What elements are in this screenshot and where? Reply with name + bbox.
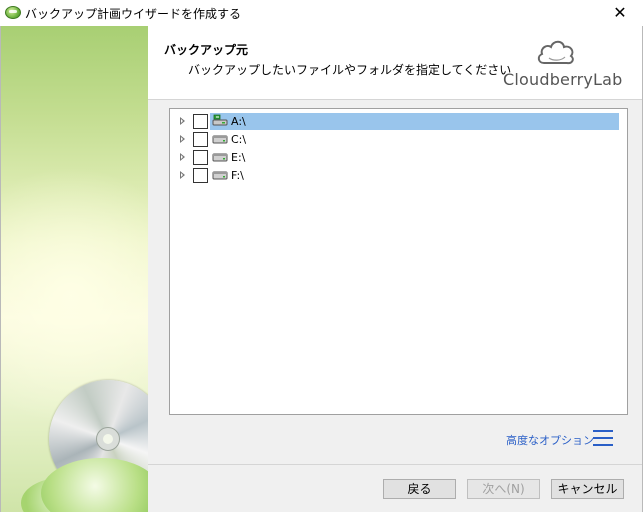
- tree-item-e[interactable]: E:\: [170, 149, 627, 166]
- next-button[interactable]: 次へ(N): [467, 479, 540, 499]
- hard-drive-icon: [212, 171, 228, 180]
- close-button[interactable]: ✕: [597, 0, 643, 26]
- expand-arrow-icon[interactable]: [180, 135, 185, 143]
- network-drive-icon: [212, 114, 228, 126]
- checkbox[interactable]: [193, 150, 208, 165]
- hard-drive-icon: [212, 135, 228, 144]
- checkbox[interactable]: [193, 114, 208, 129]
- expand-arrow-icon[interactable]: [180, 153, 185, 161]
- title-bar[interactable]: バックアップ計画ウイザードを作成する ✕: [0, 0, 643, 26]
- hamburger-menu-icon[interactable]: [593, 429, 613, 447]
- tree-item-a[interactable]: A:\: [170, 113, 627, 130]
- advanced-options-link[interactable]: 高度なオプション: [506, 432, 594, 448]
- back-button[interactable]: 戻る: [383, 479, 456, 499]
- page-subtitle: バックアップしたいファイルやフォルダを指定してください: [188, 63, 512, 77]
- window-title: バックアップ計画ウイザードを作成する: [25, 7, 242, 21]
- wizard-side-banner: [1, 26, 148, 512]
- expand-arrow-icon[interactable]: [180, 117, 185, 125]
- expand-arrow-icon[interactable]: [180, 171, 185, 179]
- wizard-content: A:\ C:\ E:\ F:\ 高度なオプション: [148, 100, 642, 464]
- cloudberry-logo-icon: [537, 40, 574, 65]
- checkbox[interactable]: [193, 168, 208, 183]
- tree-item-label: A:\: [231, 115, 246, 128]
- hard-drive-icon: [212, 153, 228, 162]
- tree-item-c[interactable]: C:\: [170, 131, 627, 148]
- source-tree[interactable]: A:\ C:\ E:\ F:\: [169, 108, 628, 415]
- tree-item-label: F:\: [231, 169, 244, 182]
- wizard-footer: 戻る 次へ(N) キャンセル: [148, 465, 642, 512]
- app-icon: [5, 6, 21, 19]
- page-title: バックアップ元: [164, 43, 249, 57]
- checkbox[interactable]: [193, 132, 208, 147]
- tree-item-label: C:\: [231, 133, 247, 146]
- brand-name: CloudberryLab: [503, 70, 623, 89]
- tree-item-label: E:\: [231, 151, 246, 164]
- selection-highlight: [210, 113, 619, 130]
- tree-item-f[interactable]: F:\: [170, 167, 627, 184]
- wizard-header: バックアップ元 バックアップしたいファイルやフォルダを指定してください Clou…: [148, 26, 642, 99]
- cancel-button[interactable]: キャンセル: [551, 479, 624, 499]
